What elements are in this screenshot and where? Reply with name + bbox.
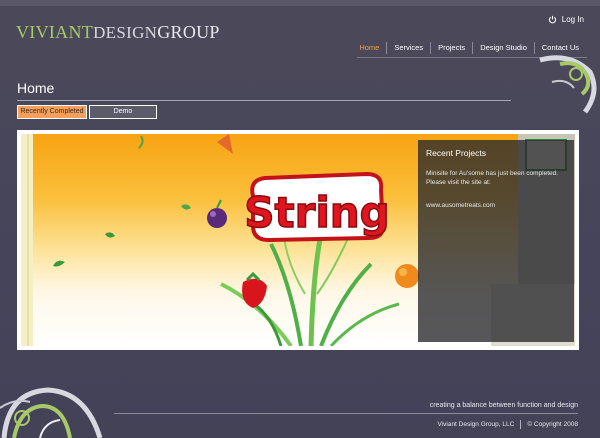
title-divider bbox=[17, 100, 511, 101]
top-band bbox=[0, 0, 600, 6]
nav-design-studio[interactable]: Design Studio bbox=[472, 42, 534, 54]
banner-logo-text: String bbox=[244, 188, 389, 237]
feature-banner: String Recent Projects Minisite for Au's… bbox=[17, 130, 579, 350]
logo-part-viviant: VIVIANT bbox=[16, 22, 94, 42]
nav-projects[interactable]: Projects bbox=[430, 42, 472, 54]
footer-tagline: creating a balance between function and … bbox=[429, 402, 578, 409]
panel-body: Minisite for Au'some has just been compl… bbox=[426, 170, 559, 186]
logo-part-group: GROUP bbox=[157, 22, 220, 42]
tab-demo[interactable]: Demo bbox=[89, 105, 157, 119]
banner-image[interactable]: String Recent Projects Minisite for Au's… bbox=[21, 134, 575, 346]
page-title: Home bbox=[17, 80, 55, 96]
footer-separator bbox=[520, 420, 522, 429]
footer-info: Viviant Design Group, LLC © Copyright 20… bbox=[437, 420, 578, 429]
footer-divider bbox=[114, 413, 578, 414]
page: VIVIANT DESIGN GROUP Log In Home Service… bbox=[0, 0, 600, 438]
login-label: Log In bbox=[561, 15, 584, 24]
decorative-swirl-top bbox=[539, 55, 597, 114]
footer-company: Viviant Design Group, LLC bbox=[437, 421, 515, 428]
recent-projects-panel: Recent Projects Minisite for Au'some has… bbox=[418, 140, 574, 342]
footer-copyright: © Copyright 2008 bbox=[527, 421, 578, 428]
login-link[interactable]: Log In bbox=[548, 15, 584, 24]
panel-link[interactable]: www.ausometreats.com bbox=[426, 201, 566, 210]
panel-heading: Recent Projects bbox=[426, 148, 486, 158]
content-tabs: Recently Completed Demo bbox=[17, 105, 157, 119]
logo-part-design: DESIGN bbox=[93, 23, 158, 42]
decorative-swirl-bottom bbox=[0, 387, 103, 438]
site-logo[interactable]: VIVIANT DESIGN GROUP bbox=[16, 22, 220, 42]
nav-home[interactable]: Home bbox=[352, 42, 386, 54]
power-icon bbox=[548, 15, 556, 24]
nav-services[interactable]: Services bbox=[386, 42, 430, 54]
tab-recently-completed[interactable]: Recently Completed bbox=[17, 105, 87, 119]
